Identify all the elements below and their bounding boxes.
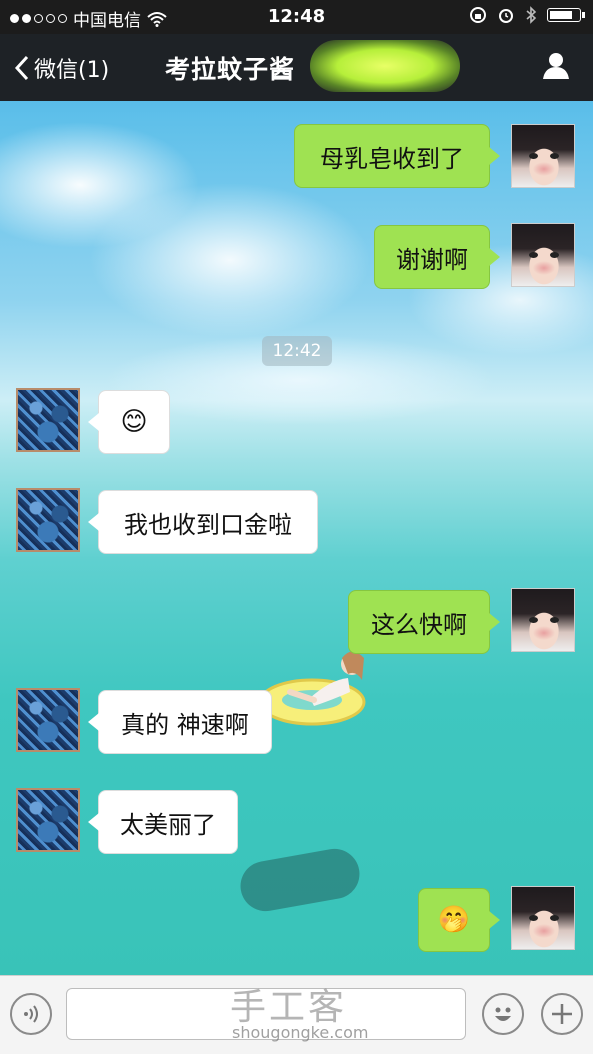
watermark-en: shougongke.com <box>232 1023 369 1042</box>
plus-icon <box>552 1004 572 1024</box>
message-text: 母乳皂收到了 <box>320 144 464 173</box>
contact-avatar[interactable] <box>16 488 80 552</box>
contact-avatar[interactable] <box>16 688 80 752</box>
message-bubble[interactable]: 太美丽了 <box>88 790 238 854</box>
redacted-name-blur <box>310 40 460 92</box>
contact-avatar[interactable] <box>16 788 80 852</box>
bluetooth-icon <box>526 6 537 24</box>
message-bubble[interactable]: 🤭 <box>418 888 500 952</box>
rotation-lock-icon <box>470 7 486 23</box>
my-avatar[interactable] <box>511 223 575 287</box>
message-bubble[interactable]: 我也收到口金啦 <box>88 490 318 554</box>
message-bubble[interactable]: 母乳皂收到了 <box>294 124 500 188</box>
profile-button[interactable] <box>541 50 571 84</box>
message-bubble[interactable]: 谢谢啊 <box>374 225 500 289</box>
message-text: 这么快啊 <box>371 610 467 639</box>
message-bubble[interactable]: 真的 神速啊 <box>88 690 272 754</box>
alarm-icon <box>499 9 513 23</box>
person-icon <box>543 53 569 79</box>
status-bar: 中国电信 12:48 <box>0 0 593 34</box>
back-button[interactable]: 微信(1) <box>14 52 109 84</box>
contact-avatar[interactable] <box>16 388 80 452</box>
message-bubble[interactable]: 这么快啊 <box>348 590 500 654</box>
shy-emoji: 🤭 <box>437 905 471 935</box>
message-timestamp: 12:42 <box>262 336 332 366</box>
my-avatar[interactable] <box>511 886 575 950</box>
chevron-left-icon <box>14 55 29 81</box>
chat-title: 考拉蚊子酱 <box>165 55 296 84</box>
message-text: 真的 神速啊 <box>121 710 249 739</box>
emoji-button[interactable] <box>482 993 524 1035</box>
message-text: 谢谢啊 <box>396 245 468 274</box>
message-text: 我也收到口金啦 <box>124 510 292 539</box>
battery-icon <box>547 8 585 22</box>
nav-bar: 微信(1) 考拉蚊子酱 <box>0 34 593 101</box>
smile-emoji: 😊 <box>120 407 148 437</box>
message-bubble[interactable]: 😊 <box>88 390 170 454</box>
back-label: 微信(1) <box>34 58 110 83</box>
voice-icon <box>24 1005 38 1023</box>
my-avatar[interactable] <box>511 124 575 188</box>
more-button[interactable] <box>541 993 583 1035</box>
voice-button[interactable] <box>10 993 52 1035</box>
message-text: 太美丽了 <box>120 810 216 839</box>
chat-screen: 中国电信 12:48 微信(1) 考拉蚊子酱 母乳皂收到了 谢谢啊 12:42 … <box>0 0 593 1054</box>
smiley-icon <box>495 1007 511 1021</box>
my-avatar[interactable] <box>511 588 575 652</box>
